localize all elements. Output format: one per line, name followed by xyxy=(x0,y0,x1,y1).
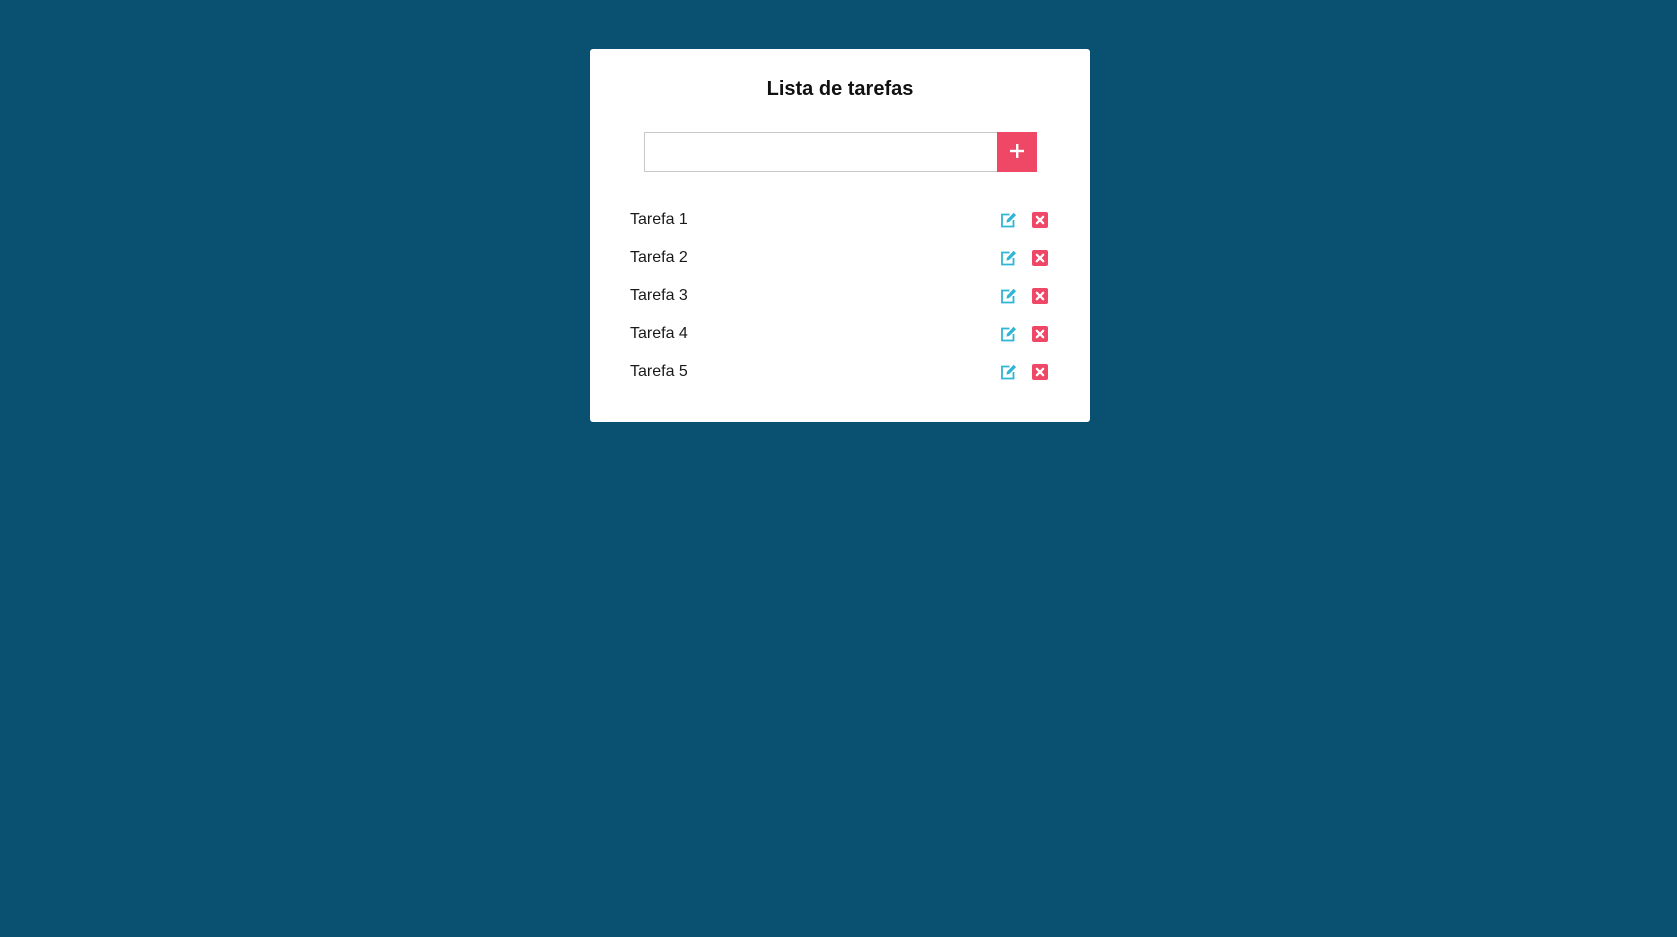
task-item: Tarefa 2 xyxy=(630,239,1050,277)
edit-task-button[interactable] xyxy=(999,363,1017,381)
edit-task-button[interactable] xyxy=(999,211,1017,229)
edit-icon xyxy=(1000,250,1016,266)
task-label: Tarefa 3 xyxy=(630,287,688,304)
task-item: Tarefa 4 xyxy=(630,315,1050,353)
task-actions xyxy=(999,249,1050,267)
todo-card: Lista de tarefas Tarefa 1 Tarefa 2 Taref… xyxy=(590,49,1090,422)
close-square-icon xyxy=(1032,212,1048,228)
task-actions xyxy=(999,325,1050,343)
delete-task-button[interactable] xyxy=(1031,249,1049,267)
close-square-icon xyxy=(1032,288,1048,304)
delete-task-button[interactable] xyxy=(1031,325,1049,343)
delete-task-button[interactable] xyxy=(1031,363,1049,381)
edit-icon xyxy=(1000,326,1016,342)
plus-icon xyxy=(1010,143,1024,161)
task-item: Tarefa 3 xyxy=(630,277,1050,315)
task-input[interactable] xyxy=(644,132,997,172)
page-title: Lista de tarefas xyxy=(766,78,914,100)
task-label: Tarefa 4 xyxy=(630,325,688,342)
delete-task-button[interactable] xyxy=(1031,211,1049,229)
task-label: Tarefa 1 xyxy=(630,211,688,228)
edit-task-button[interactable] xyxy=(999,325,1017,343)
edit-task-button[interactable] xyxy=(999,249,1017,267)
task-item: Tarefa 5 xyxy=(630,353,1050,391)
close-square-icon xyxy=(1032,326,1048,342)
edit-icon xyxy=(1000,288,1016,304)
edit-icon xyxy=(1000,364,1016,380)
close-square-icon xyxy=(1032,364,1048,380)
close-square-icon xyxy=(1032,250,1048,266)
task-label: Tarefa 2 xyxy=(630,249,688,266)
task-actions xyxy=(999,287,1050,305)
add-task-form xyxy=(644,132,1037,172)
task-label: Tarefa 5 xyxy=(630,363,688,380)
task-item: Tarefa 1 xyxy=(630,201,1050,239)
task-actions xyxy=(999,211,1050,229)
task-actions xyxy=(999,363,1050,381)
add-task-button[interactable] xyxy=(997,132,1037,172)
edit-task-button[interactable] xyxy=(999,287,1017,305)
delete-task-button[interactable] xyxy=(1031,287,1049,305)
edit-icon xyxy=(1000,212,1016,228)
task-list: Tarefa 1 Tarefa 2 Tarefa 3 Tarefa 4 Tare… xyxy=(630,201,1050,391)
